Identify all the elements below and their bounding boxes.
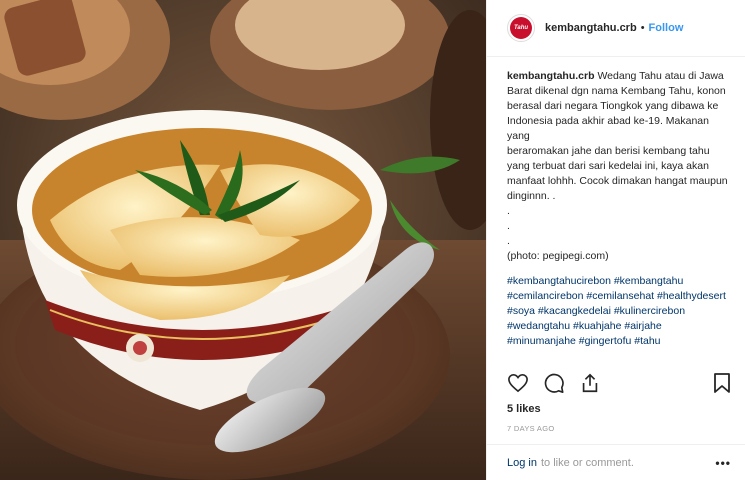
separator-dot: • [640,22,645,34]
caption-text: Wedang Tahu atau di Jawa Barat dikenal d… [507,70,728,262]
login-link[interactable]: Log in [507,457,537,469]
login-prompt-text: to like or comment. [540,456,634,469]
avatar[interactable]: Tahu [507,14,535,42]
post-timestamp: 7 DAYS AGO [507,424,555,433]
kembang-tahu-dessert-image [0,0,486,480]
follow-button[interactable]: Follow [649,22,684,34]
comment-icon[interactable] [543,372,565,397]
hashtags[interactable]: #kembangtahucirebon #kembangtahu #cemila… [507,274,731,349]
login-bar: Log in to like or comment. ••• [487,444,745,480]
comments-area: kembangtahu.crb Wedang Tahu atau di Jawa… [487,57,745,371]
post-header: Tahu kembangtahu.crb • Follow [487,0,745,57]
heart-icon[interactable] [507,373,529,396]
more-options-icon[interactable]: ••• [715,456,731,470]
caption-username[interactable]: kembangtahu.crb [507,70,595,82]
instagram-post: Tahu kembangtahu.crb • Follow kembangtah… [0,0,745,480]
username-link[interactable]: kembangtahu.crb [545,22,637,34]
post-photo[interactable] [0,0,486,480]
bookmark-icon[interactable] [713,372,731,397]
avatar-logo: Tahu [510,17,532,39]
like-count[interactable]: 5 likes [507,403,541,415]
share-icon[interactable] [579,372,601,397]
post-sidebar: Tahu kembangtahu.crb • Follow kembangtah… [486,0,745,480]
action-bar [507,370,731,398]
post-caption: kembangtahu.crb Wedang Tahu atau di Jawa… [507,69,731,264]
